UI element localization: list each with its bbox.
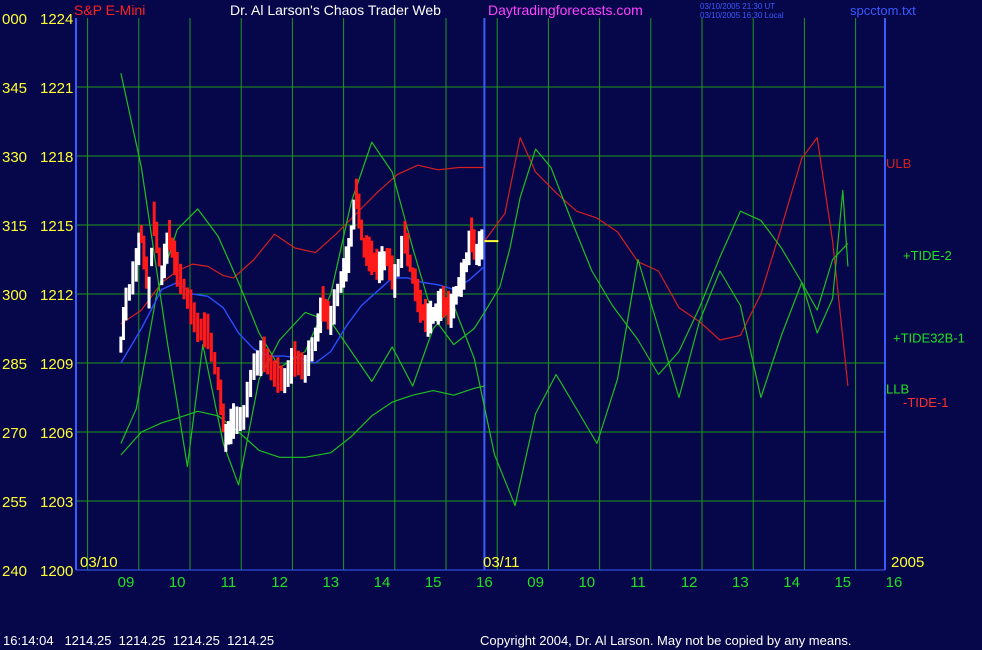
source-file: spcctom.txt: [850, 3, 916, 18]
angle-tick-label: 285: [2, 356, 27, 373]
page-title: Dr. Al Larson's Chaos Trader Web: [230, 2, 441, 18]
angle-tick-label: 000: [2, 11, 27, 28]
hour-tick-label: 13: [322, 574, 339, 591]
angle-tick-label: 330: [2, 149, 27, 166]
series-label: +TIDE32B-1: [893, 331, 965, 346]
hour-tick-label: 16: [476, 574, 493, 591]
angle-tick-label: 300: [2, 287, 27, 304]
hour-tick-label: 14: [374, 574, 391, 591]
hour-tick-label: 15: [425, 574, 442, 591]
chaos-chart: 000 1224345 1221330 1218315 1215300 1212285 12…: [2, 2, 965, 648]
grid: [75, 18, 886, 571]
price-tick-label: 1212: [40, 287, 73, 304]
date-marker: 03/11: [483, 554, 519, 571]
year-label: 2005: [891, 554, 924, 571]
angle-tick-label: 270: [2, 425, 27, 442]
hour-tick-label: 12: [681, 574, 698, 591]
angle-tick-label: 255: [2, 494, 27, 511]
angle-tick-label: 240: [2, 563, 27, 580]
series-label: ULB: [886, 156, 911, 171]
price-tick-label: 1206: [40, 425, 73, 442]
hour-tick-label: 11: [630, 574, 646, 591]
hour-tick-label: 12: [271, 574, 288, 591]
series-label: +TIDE-2: [903, 248, 952, 263]
price-tick-label: 1218: [40, 149, 73, 166]
price-bars: [119, 178, 499, 452]
site-link[interactable]: Daytradingforecasts.com: [488, 2, 643, 18]
angle-tick-label: 345: [2, 80, 27, 97]
hour-tick-label: 15: [834, 574, 851, 591]
forecast-ulb-line: [483, 137, 849, 387]
series-label: LLB: [886, 381, 909, 396]
hour-tick-label: 10: [578, 574, 595, 591]
hour-tick-label: 14: [783, 574, 800, 591]
price-tick-label: 1200: [40, 563, 73, 580]
timestamp-ut: 03/10/2005 21:30 UT: [700, 2, 775, 11]
instrument-label: S&P E-Mini: [74, 2, 145, 18]
angle-tick-label: 315: [2, 218, 27, 235]
last-quote: 16:14:04 1214.25 1214.25 1214.25 1214.25: [3, 633, 274, 648]
hour-tick-label: 11: [221, 574, 237, 591]
price-tick-label: 1215: [40, 218, 73, 235]
series-label: -TIDE-1: [903, 395, 949, 410]
hour-tick-label: 13: [732, 574, 749, 591]
copyright: Copyright 2004, Dr. Al Larson. May not b…: [480, 633, 851, 648]
price-tick-label: 1224: [40, 11, 73, 28]
hour-tick-label: 10: [169, 574, 186, 591]
price-tick-label: 1221: [40, 80, 73, 97]
hour-tick-label: 09: [527, 574, 544, 591]
llb-line: [120, 385, 485, 458]
hour-tick-label: 09: [118, 574, 135, 591]
timestamp-local: 03/10/2005 16:30 Local: [700, 11, 784, 20]
hour-tick-label: 16: [886, 574, 903, 591]
date-marker: 03/10: [80, 554, 118, 571]
price-tick-label: 1203: [40, 494, 73, 511]
price-tick-label: 1209: [40, 356, 73, 373]
